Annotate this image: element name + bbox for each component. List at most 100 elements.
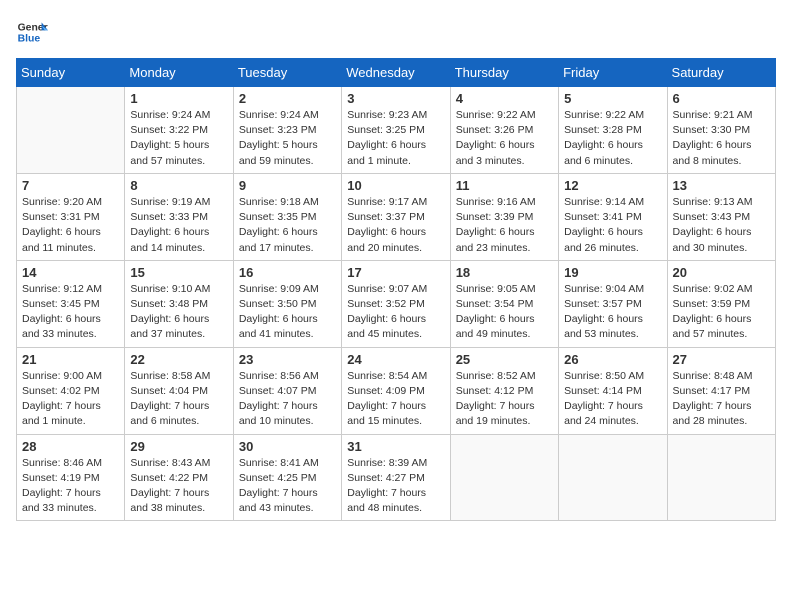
day-number: 8	[130, 178, 227, 193]
day-info: Sunrise: 9:10 AMSunset: 3:48 PMDaylight:…	[130, 282, 227, 343]
day-number: 7	[22, 178, 119, 193]
day-number: 16	[239, 265, 336, 280]
calendar-cell: 29Sunrise: 8:43 AMSunset: 4:22 PMDayligh…	[125, 434, 233, 521]
calendar-cell: 5Sunrise: 9:22 AMSunset: 3:28 PMDaylight…	[559, 87, 667, 174]
day-of-week-header: Sunday	[17, 59, 125, 87]
logo: General Blue	[16, 16, 52, 48]
day-of-week-header: Tuesday	[233, 59, 341, 87]
day-number: 28	[22, 439, 119, 454]
calendar-cell: 14 Sunrise: 9:12 AMSunset: 3:45 PMDayligh…	[17, 260, 125, 347]
calendar-cell: 11Sunrise: 9:16 AMSunset: 3:39 PMDayligh…	[450, 173, 558, 260]
calendar-cell: 10Sunrise: 9:17 AMSunset: 3:37 PMDayligh…	[342, 173, 450, 260]
day-info: Sunrise: 9:13 AMSunset: 3:43 PMDaylight:…	[673, 195, 770, 256]
calendar-cell: 18 Sunrise: 9:05 AMSunset: 3:54 PMDayligh…	[450, 260, 558, 347]
calendar-cell: 7 Sunrise: 9:20 AMSunset: 3:31 PMDaylight…	[17, 173, 125, 260]
day-number: 4	[456, 91, 553, 106]
calendar-week-row: 21 Sunrise: 9:00 AMSunset: 4:02 PMDayligh…	[17, 347, 776, 434]
day-info: Sunrise: 9:02 AMSunset: 3:59 PMDaylight:…	[673, 282, 770, 343]
day-number: 14	[22, 265, 119, 280]
day-number: 31	[347, 439, 444, 454]
day-info: Sunrise: 9:12 AMSunset: 3:45 PMDaylight:…	[22, 282, 119, 343]
day-number: 24	[347, 352, 444, 367]
day-number: 11	[456, 178, 553, 193]
day-number: 21	[22, 352, 119, 367]
calendar-cell: 9Sunrise: 9:18 AMSunset: 3:35 PMDaylight…	[233, 173, 341, 260]
day-number: 26	[564, 352, 661, 367]
day-number: 17	[347, 265, 444, 280]
day-info: Sunrise: 8:50 AMSunset: 4:14 PMDaylight:…	[564, 369, 661, 430]
calendar-cell: 4 Sunrise: 9:22 AMSunset: 3:26 PMDaylight…	[450, 87, 558, 174]
day-of-week-header: Friday	[559, 59, 667, 87]
day-number: 5	[564, 91, 661, 106]
day-number: 13	[673, 178, 770, 193]
day-info: Sunrise: 8:58 AMSunset: 4:04 PMDaylight:…	[130, 369, 227, 430]
logo-icon: General Blue	[16, 16, 48, 48]
day-info: Sunrise: 8:41 AMSunset: 4:25 PMDaylight:…	[239, 456, 336, 517]
day-info: Sunrise: 8:54 AMSunset: 4:09 PMDaylight:…	[347, 369, 444, 430]
calendar-cell: 28 Sunrise: 8:46 AMSunset: 4:19 PMDayligh…	[17, 434, 125, 521]
calendar-cell: 2Sunrise: 9:24 AMSunset: 3:23 PMDaylight…	[233, 87, 341, 174]
day-of-week-header: Saturday	[667, 59, 775, 87]
day-info: Sunrise: 9:17 AMSunset: 3:37 PMDaylight:…	[347, 195, 444, 256]
calendar-cell: 23Sunrise: 8:56 AMSunset: 4:07 PMDayligh…	[233, 347, 341, 434]
calendar-cell: 8 Sunrise: 9:19 AMSunset: 3:33 PMDaylight…	[125, 173, 233, 260]
day-info: Sunrise: 9:07 AMSunset: 3:52 PMDaylight:…	[347, 282, 444, 343]
calendar-cell: 1 Sunrise: 9:24 AMSunset: 3:22 PMDaylight…	[125, 87, 233, 174]
day-of-week-header: Thursday	[450, 59, 558, 87]
day-number: 1	[130, 91, 227, 106]
day-info: Sunrise: 8:46 AMSunset: 4:19 PMDaylight:…	[22, 456, 119, 517]
calendar-cell: 22 Sunrise: 8:58 AMSunset: 4:04 PMDayligh…	[125, 347, 233, 434]
page-header: General Blue	[16, 16, 776, 48]
calendar-cell: 27 Sunrise: 8:48 AMSunset: 4:17 PMDayligh…	[667, 347, 775, 434]
day-info: Sunrise: 9:21 AMSunset: 3:30 PMDaylight:…	[673, 108, 770, 169]
day-info: Sunrise: 9:14 AMSunset: 3:41 PMDaylight:…	[564, 195, 661, 256]
day-number: 12	[564, 178, 661, 193]
day-info: Sunrise: 8:39 AMSunset: 4:27 PMDaylight:…	[347, 456, 444, 517]
calendar-cell	[450, 434, 558, 521]
day-number: 25	[456, 352, 553, 367]
day-info: Sunrise: 9:20 AMSunset: 3:31 PMDaylight:…	[22, 195, 119, 256]
day-number: 20	[673, 265, 770, 280]
calendar-cell	[559, 434, 667, 521]
svg-text:Blue: Blue	[18, 34, 41, 45]
day-number: 15	[130, 265, 227, 280]
calendar-cell	[17, 87, 125, 174]
calendar-cell: 19 Sunrise: 9:04 AMSunset: 3:57 PMDayligh…	[559, 260, 667, 347]
day-number: 30	[239, 439, 336, 454]
calendar-cell: 25 Sunrise: 8:52 AMSunset: 4:12 PMDayligh…	[450, 347, 558, 434]
day-info: Sunrise: 9:05 AMSunset: 3:54 PMDaylight:…	[456, 282, 553, 343]
day-info: Sunrise: 9:19 AMSunset: 3:33 PMDaylight:…	[130, 195, 227, 256]
day-info: Sunrise: 8:48 AMSunset: 4:17 PMDaylight:…	[673, 369, 770, 430]
day-number: 19	[564, 265, 661, 280]
calendar-week-row: 7 Sunrise: 9:20 AMSunset: 3:31 PMDaylight…	[17, 173, 776, 260]
calendar-cell: 16 Sunrise: 9:09 AMSunset: 3:50 PMDayligh…	[233, 260, 341, 347]
day-number: 27	[673, 352, 770, 367]
calendar-cell: 3Sunrise: 9:23 AMSunset: 3:25 PMDaylight…	[342, 87, 450, 174]
day-number: 6	[673, 91, 770, 106]
calendar-table: SundayMondayTuesdayWednesdayThursdayFrid…	[16, 58, 776, 521]
calendar-cell: 24 Sunrise: 8:54 AMSunset: 4:09 PMDayligh…	[342, 347, 450, 434]
day-of-week-header: Wednesday	[342, 59, 450, 87]
day-info: Sunrise: 9:24 AMSunset: 3:22 PMDaylight:…	[130, 108, 227, 169]
day-info: Sunrise: 9:22 AMSunset: 3:26 PMDaylight:…	[456, 108, 553, 169]
day-info: Sunrise: 9:18 AMSunset: 3:35 PMDaylight:…	[239, 195, 336, 256]
calendar-cell: 26 Sunrise: 8:50 AMSunset: 4:14 PMDayligh…	[559, 347, 667, 434]
day-number: 22	[130, 352, 227, 367]
calendar-cell: 12 Sunrise: 9:14 AMSunset: 3:41 PMDayligh…	[559, 173, 667, 260]
calendar-week-row: 28 Sunrise: 8:46 AMSunset: 4:19 PMDayligh…	[17, 434, 776, 521]
day-info: Sunrise: 8:56 AMSunset: 4:07 PMDaylight:…	[239, 369, 336, 430]
calendar-cell: 21 Sunrise: 9:00 AMSunset: 4:02 PMDayligh…	[17, 347, 125, 434]
calendar-cell: 20 Sunrise: 9:02 AMSunset: 3:59 PMDayligh…	[667, 260, 775, 347]
day-info: Sunrise: 8:43 AMSunset: 4:22 PMDaylight:…	[130, 456, 227, 517]
day-info: Sunrise: 9:09 AMSunset: 3:50 PMDaylight:…	[239, 282, 336, 343]
day-number: 18	[456, 265, 553, 280]
calendar-cell: 30 Sunrise: 8:41 AMSunset: 4:25 PMDayligh…	[233, 434, 341, 521]
day-info: Sunrise: 9:04 AMSunset: 3:57 PMDaylight:…	[564, 282, 661, 343]
day-info: Sunrise: 9:00 AMSunset: 4:02 PMDaylight:…	[22, 369, 119, 430]
calendar-cell	[667, 434, 775, 521]
calendar-week-row: 1 Sunrise: 9:24 AMSunset: 3:22 PMDaylight…	[17, 87, 776, 174]
calendar-cell: 31 Sunrise: 8:39 AMSunset: 4:27 PMDayligh…	[342, 434, 450, 521]
day-info: Sunrise: 8:52 AMSunset: 4:12 PMDaylight:…	[456, 369, 553, 430]
calendar-cell: 13 Sunrise: 9:13 AMSunset: 3:43 PMDayligh…	[667, 173, 775, 260]
calendar-cell: 17 Sunrise: 9:07 AMSunset: 3:52 PMDayligh…	[342, 260, 450, 347]
